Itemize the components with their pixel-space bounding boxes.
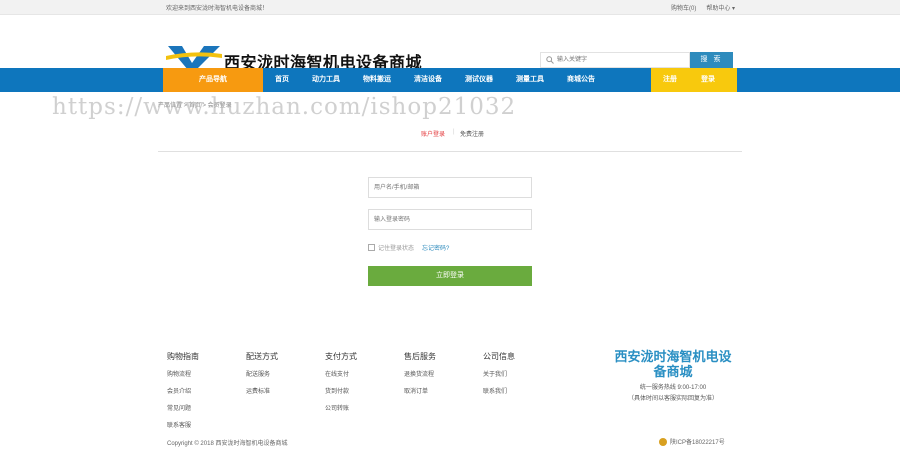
nav-item-material-handling[interactable]: 物料搬运: [363, 68, 391, 92]
footer-link[interactable]: 公司转账: [325, 403, 357, 412]
footer-column-title: 公司信息: [483, 352, 515, 361]
footer-column-company: 公司信息 关于我们 联系我们: [483, 351, 515, 403]
login-submit-button[interactable]: 立即登录: [368, 266, 532, 286]
footer-link[interactable]: 退换货流程: [404, 369, 436, 378]
hotline-note: （具体时间以客服实际回复为准）: [627, 396, 718, 402]
product-category-menu[interactable]: 产品导航: [163, 68, 263, 92]
tab-account-login[interactable]: 账户登录: [421, 129, 445, 138]
search-input[interactable]: [557, 54, 685, 66]
help-center-label: 帮助中心: [706, 6, 731, 12]
nav-item-announcements[interactable]: 商城公告: [567, 68, 595, 92]
auth-area: 注册 登录: [651, 68, 737, 92]
footer-link[interactable]: 取消订单: [404, 386, 436, 395]
footer-column-delivery: 配送方式 配送服务 运费标准: [246, 351, 278, 403]
remember-label: 记住登录状态: [378, 246, 415, 252]
icp-record: 陕ICP备18022217号: [659, 437, 725, 446]
password-input[interactable]: [369, 210, 524, 229]
footer-link[interactable]: 常见问题: [167, 403, 199, 412]
footer-column-title: 购物指南: [167, 352, 199, 361]
copyright: Copyright © 2018 西安泷时海智机电设备商城: [167, 441, 288, 447]
nav-item-power-tools[interactable]: 动力工具: [312, 68, 340, 92]
tab-free-register[interactable]: 免费注册: [460, 129, 484, 138]
footer-link[interactable]: 联系客服: [167, 420, 199, 429]
cart-link[interactable]: 购物车(0): [671, 3, 696, 12]
search-button[interactable]: 搜 索: [690, 52, 733, 68]
search-box: [540, 52, 690, 68]
nav-item-test-instruments[interactable]: 测试仪器: [465, 68, 493, 92]
service-hotline: 统一服务热线 9:00-17:00: [639, 385, 707, 391]
footer-column-shopping-guide: 购物指南 购物流程 会员介绍 常见问题 联系客服: [167, 351, 199, 437]
footer-brand-name: 西安泷时海智机电设备商城: [614, 349, 732, 379]
footer-link[interactable]: 运费标准: [246, 386, 278, 395]
icp-link[interactable]: 陕ICP备18022217号: [670, 437, 725, 446]
remember-checkbox[interactable]: [368, 244, 375, 251]
footer-column-title: 支付方式: [325, 352, 357, 361]
footer-column-title: 配送方式: [246, 352, 278, 361]
footer-link[interactable]: 关于我们: [483, 369, 515, 378]
username-input[interactable]: [369, 178, 524, 197]
nav-item-measuring-tools[interactable]: 测量工具: [516, 68, 544, 92]
top-bar-links: 购物车(0) 帮助中心 ▾: [671, 3, 735, 12]
footer-link[interactable]: 购物流程: [167, 369, 199, 378]
header: 西安泷时海智机电设备商城 搜 索: [0, 15, 900, 72]
footer-link[interactable]: 会员介绍: [167, 386, 199, 395]
remember-row: 记住登录状态 忘记密码?: [368, 243, 449, 252]
site-logo[interactable]: [166, 43, 222, 71]
nav-item-home[interactable]: 首页: [275, 68, 289, 92]
login-link[interactable]: 登录: [701, 68, 715, 92]
main-nav: 产品导航 首页 动力工具 物料搬运 清洁设备 测试仪器 测量工具 商城公告 注册…: [0, 68, 900, 92]
password-field: [368, 209, 532, 230]
search-icon: [546, 56, 554, 64]
footer-column-title: 售后服务: [404, 352, 436, 361]
footer-link[interactable]: 联系我们: [483, 386, 515, 395]
forgot-password-link[interactable]: 忘记密码?: [422, 243, 449, 252]
nav-item-cleaning[interactable]: 清洁设备: [414, 68, 442, 92]
watermark: https://www.huzhan.com/ishop21032: [52, 94, 517, 120]
police-badge-icon: [659, 437, 667, 446]
tab-divider: |: [453, 129, 455, 135]
footer-column-payment: 支付方式 在线支付 货到付款 公司转账: [325, 351, 357, 420]
chevron-down-icon: ▾: [732, 6, 736, 12]
divider: [158, 151, 742, 152]
welcome-text: 欢迎来到西安泷时海智机电设备商城！: [166, 6, 269, 12]
help-center-link[interactable]: 帮助中心 ▾: [706, 3, 735, 12]
top-bar: 欢迎来到西安泷时海智机电设备商城！ 购物车(0) 帮助中心 ▾: [0, 0, 900, 15]
username-field: [368, 177, 532, 198]
footer-column-after-sales: 售后服务 退换货流程 取消订单: [404, 351, 436, 403]
footer-link[interactable]: 货到付款: [325, 386, 357, 395]
register-link[interactable]: 注册: [663, 68, 677, 92]
footer-link[interactable]: 在线支付: [325, 369, 357, 378]
footer-link[interactable]: 配送服务: [246, 369, 278, 378]
footer-brand: 西安泷时海智机电设备商城 统一服务热线 9:00-17:00 （具体时间以客服实…: [612, 349, 734, 402]
